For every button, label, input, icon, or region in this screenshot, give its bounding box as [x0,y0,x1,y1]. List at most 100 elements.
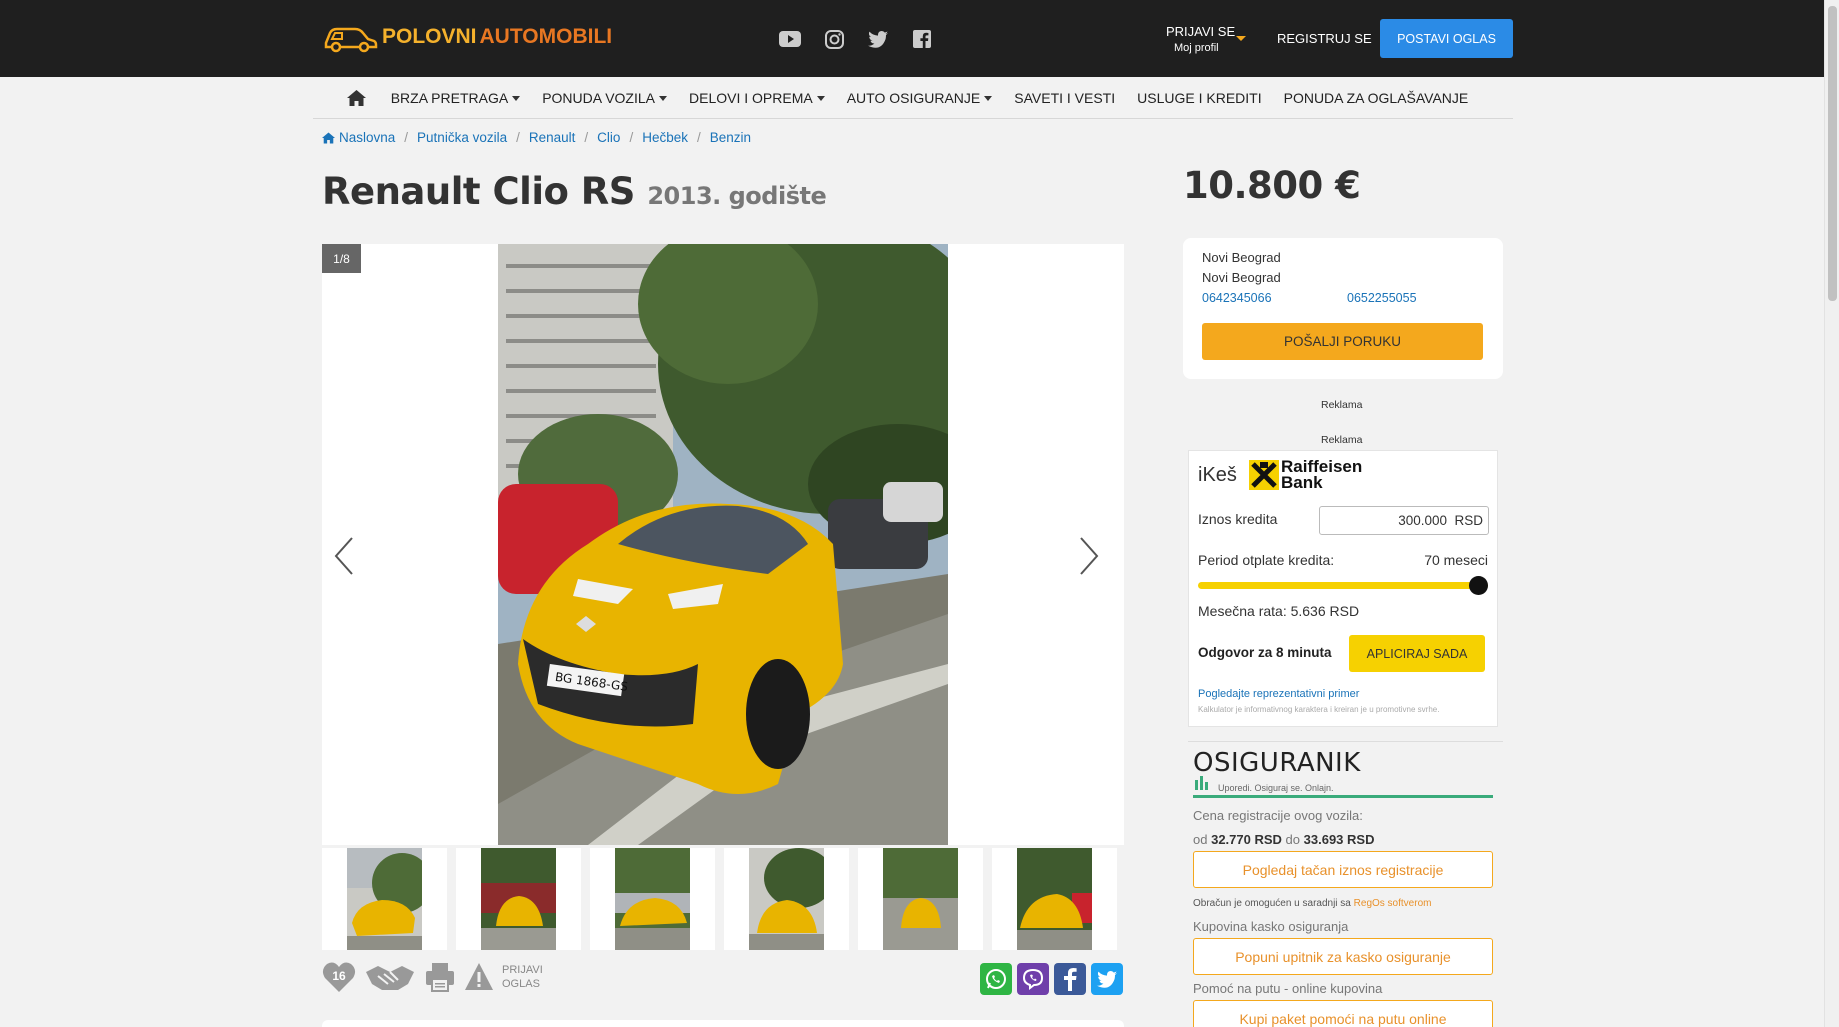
divider [1188,741,1503,742]
nav-item-saveti-i-vesti[interactable]: SAVETI I VESTI [1003,90,1126,106]
representative-example-link[interactable]: Pogledajte reprezentativni primer [1198,688,1359,700]
loan-amount-label: Iznos kredita [1198,511,1278,527]
photo-thumbnail[interactable] [322,848,447,950]
seller-phone-link[interactable]: 0652255055 [1347,291,1417,305]
loan-period-slider[interactable] [1198,576,1488,595]
twitter-icon[interactable] [866,28,890,50]
breadcrumb: Naslovna / Putnička vozila / Renault / C… [322,130,751,145]
chevron-down-icon [1236,36,1246,41]
loan-period-label: Period otplate kredita: [1198,552,1335,568]
listing-actions: 16 PRIJAVI OGLAS [322,960,543,994]
response-time-label: Odgovor za 8 minuta [1198,645,1332,660]
print-icon[interactable] [424,961,456,993]
dropdown-caret-icon [512,95,521,101]
car-photo[interactable]: BG 1868-GS [498,244,948,845]
prev-photo-arrow-icon[interactable] [332,536,356,576]
seller-phone-link[interactable]: 0642345066 [1202,291,1272,305]
dropdown-caret-icon [659,95,667,101]
apply-now-button[interactable]: APLICIRAJ SADA [1349,635,1485,672]
twitter-share-icon[interactable] [1091,963,1123,995]
chart-bars-icon [1195,776,1208,790]
monthly-payment: Mesečna rata: 5.636 RSD [1198,603,1360,619]
dropdown-caret-icon [816,95,825,101]
loan-period-value: 70 meseci [1424,552,1488,568]
nav-item-ponuda-vozila[interactable]: PONUDA VOZILA [531,90,678,106]
cooperation-note: Obračun je omogućen u saradnji sa RegOs … [1193,898,1432,909]
breadcrumb-link[interactable]: Putnička vozila [417,130,507,145]
favorite-heart-icon[interactable]: 16 [322,960,356,994]
registration-price-range: od 32.770 RSD do 33.693 RSD [1193,832,1375,847]
youtube-icon[interactable] [778,28,802,50]
kasko-questionnaire-button[interactable]: Popuni upitnik za kasko osiguranje [1193,938,1493,975]
login-label[interactable]: PRIJAVI SE [1166,24,1235,39]
login-menu[interactable]: PRIJAVI SE Moj profil [1166,23,1246,57]
breadcrumb-link[interactable]: Naslovna [339,130,395,145]
slider-handle[interactable] [1469,576,1488,595]
regos-link[interactable]: RegOs softverom [1354,898,1432,909]
photo-thumbnail[interactable] [590,848,715,950]
scrollbar-thumb[interactable] [1828,6,1837,301]
registration-cost-button[interactable]: Pogledaj tačan iznos registracije [1193,851,1493,888]
photo-thumbnail[interactable] [992,848,1117,950]
nav-item-brza-pretraga[interactable]: BRZA PRETRAGA [380,90,531,106]
main-nav: BRZA PRETRAGA PONUDA VOZILA DELOVI I OPR… [313,78,1513,119]
seller-card: Novi Beograd Novi Beograd 0642345066 065… [1183,238,1503,379]
seller-location: Novi Beograd [1202,250,1281,265]
details-card-top [322,1020,1124,1027]
nav-item-usluge-i-krediti[interactable]: USLUGE I KREDITI [1126,90,1272,106]
kasko-label: Kupovina kasko osiguranja [1193,919,1349,934]
my-profile-label[interactable]: Moj profil [1166,40,1235,57]
seller-location: Novi Beograd [1202,270,1281,285]
thumbnail-strip [322,848,1124,950]
instagram-icon[interactable] [822,28,846,50]
top-header: POLOVNI AUTOMOBILI PRIJAVI SE Moj profil … [0,0,1824,77]
home-icon[interactable] [346,90,380,106]
car-logo-icon [324,27,378,53]
ad-label: Reklama [1321,399,1363,411]
nav-item-auto-osiguranje[interactable]: AUTO OSIGURANJE [836,90,1004,106]
insurance-logo[interactable]: OSIGURANIK Uporedi. Osiguraj se. Onlajn. [1193,748,1493,798]
loan-calculator: iKeš Raiffeisen Bank Iznos kredita Perio… [1188,450,1498,727]
share-buttons [980,963,1123,995]
social-links [778,28,934,50]
nav-item-delovi-i-oprema[interactable]: DELOVI I OPREMA [678,90,836,106]
site-logo[interactable]: POLOVNI AUTOMOBILI [322,18,612,56]
favorites-count: 16 [332,969,346,983]
photo-thumbnail[interactable] [456,848,581,950]
insurance-brand: OSIGURANIK [1193,748,1361,778]
facebook-icon[interactable] [910,28,934,50]
insurance-tagline: Uporedi. Osiguraj se. Onlajn. [1218,783,1334,793]
facebook-share-icon[interactable] [1054,963,1086,995]
loan-product-name: iKeš [1198,464,1237,486]
photo-thumbnail[interactable] [724,848,849,950]
listing-year: 2013. godište [647,182,827,210]
loan-amount-input[interactable] [1319,506,1489,535]
page-scrollbar[interactable] [1824,0,1839,1027]
photo-thumbnail[interactable] [858,848,983,950]
raiffeisen-logo-icon [1249,460,1279,490]
viber-icon[interactable] [1017,963,1049,995]
registration-price-label: Cena registracije ovog vozila: [1193,808,1363,823]
nav-item-ponuda-za-oglasavanje[interactable]: PONUDA ZA OGLAŠAVANJE [1273,90,1480,106]
loan-disclaimer: Kalkulator je informativnog karaktera i … [1198,705,1440,714]
home-icon [322,132,335,143]
next-photo-arrow-icon[interactable] [1077,536,1101,576]
roadside-assistance-button[interactable]: Kupi paket pomoći na putu online [1193,1000,1493,1027]
listing-price: 10.800 € [1183,164,1361,207]
send-message-button[interactable]: POŠALJI PORUKU [1202,323,1483,360]
breadcrumb-link[interactable]: Benzin [710,130,751,145]
listing-title-text: Renault Clio RS [322,170,635,213]
roadside-label: Pomoć na putu - online kupovina [1193,981,1383,996]
ad-label: Reklama [1321,434,1363,446]
breadcrumb-link[interactable]: Renault [529,130,576,145]
photo-gallery: 1/8 BG 1868-GS [322,244,1124,845]
report-warning-icon[interactable] [464,962,494,992]
post-ad-button[interactable]: POSTAVI OGLAS [1380,19,1513,58]
register-link[interactable]: REGISTRUJ SE [1277,31,1372,46]
whatsapp-icon[interactable] [980,963,1012,995]
report-ad-link[interactable]: PRIJAVI OGLAS [502,963,543,991]
breadcrumb-link[interactable]: Clio [597,130,620,145]
handshake-icon[interactable] [364,962,416,992]
breadcrumb-link[interactable]: Hečbek [642,130,688,145]
logo-text: POLOVNI AUTOMOBILI [382,25,613,48]
